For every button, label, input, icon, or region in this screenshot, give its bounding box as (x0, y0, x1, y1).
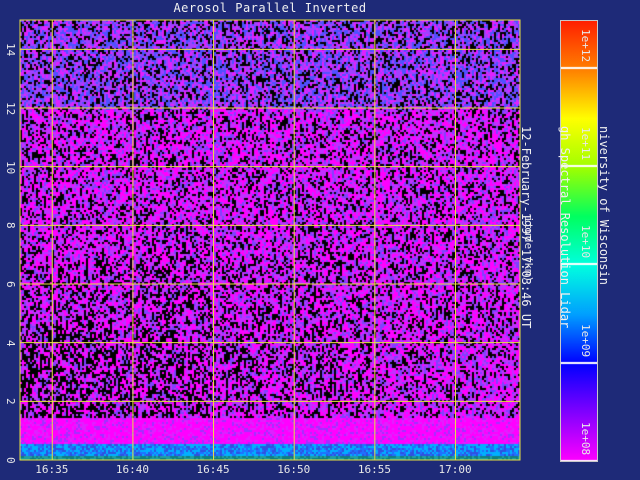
credits-timestamp: 12-February-1997 17:03:46 UT (519, 126, 533, 329)
plot-frame (19, 19, 521, 461)
colorbar-tick-label: 1e+09 (579, 323, 592, 357)
credits-instrument: gh Spectral Resolution Lidar (558, 126, 572, 329)
x-tick-label: 17:00 (438, 463, 472, 476)
y-tick-label: 10 (4, 160, 17, 174)
lidar-plot-page: Aerosol Parallel Inverted 16:35 16:40 16:4… (0, 0, 640, 480)
colorbar-tick-label: 1e+12 (579, 28, 592, 62)
y-tick-label: 12 (4, 102, 17, 116)
colorbar-tick-label: 1e+08 (579, 422, 592, 456)
x-tick-label: 16:40 (115, 463, 150, 476)
credits-institution: niversity of Wisconsin (597, 126, 611, 285)
y-tick-label: 14 (4, 43, 17, 57)
y-tick-label: 2 (4, 398, 17, 405)
x-tick-label: 16:35 (35, 463, 69, 476)
x-tick-label: 16:55 (357, 463, 391, 476)
y-tick-label: 0 (4, 457, 17, 464)
x-tick-label: 16:45 (196, 463, 230, 476)
x-tick-label: 16:50 (277, 463, 311, 476)
y-tick-label: 4 (4, 339, 17, 347)
y-tick-label: 8 (4, 222, 17, 229)
credits-block: niversity of Wisconsin gh Spectral Resol… (493, 126, 636, 328)
y-tick-label: 6 (4, 281, 17, 288)
